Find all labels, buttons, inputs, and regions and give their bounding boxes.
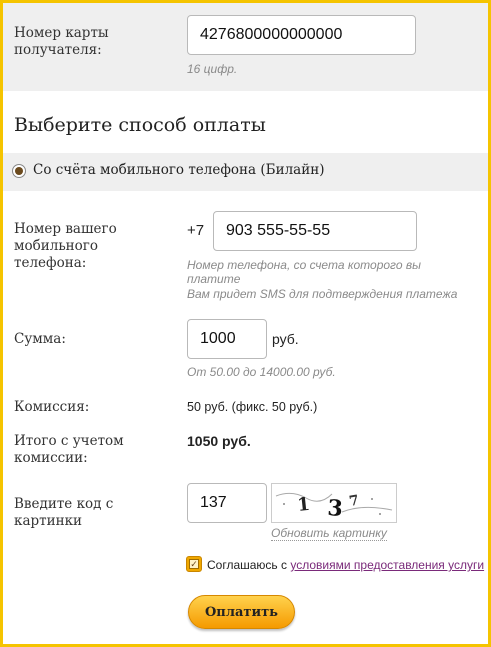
- commission-value: 50 руб. (фикс. 50 руб.): [187, 400, 318, 414]
- svg-text:7: 7: [348, 492, 360, 509]
- amount-label: Сумма:: [14, 331, 66, 347]
- check-icon: ✓: [189, 559, 199, 569]
- phone-prefix: +7: [187, 222, 205, 239]
- pay-button[interactable]: Оплатить: [188, 595, 295, 629]
- amount-input[interactable]: 1000: [187, 319, 267, 359]
- refresh-captcha-link[interactable]: Обновить картинку: [271, 526, 387, 541]
- phone-hint-1: Номер телефона, со счета которого вы пла…: [187, 258, 421, 286]
- captcha-input[interactable]: 137: [187, 483, 267, 523]
- phone-hint-2: Вам придет SMS для подтверждения платежа: [187, 287, 458, 301]
- payment-method-label: Со счёта мобильного телефона (Билайн): [33, 162, 325, 178]
- payment-form: Номер карты получателя: 4276800000000000…: [0, 0, 491, 647]
- section-heading: Выберите способ оплаты: [14, 114, 266, 136]
- terms-link[interactable]: условиями предоставления услуги: [290, 558, 484, 572]
- captcha-label: Введите код с картинки: [14, 496, 114, 529]
- payment-method-radio[interactable]: [12, 164, 26, 178]
- phone-label: Номер вашего мобильного телефона:: [14, 221, 117, 271]
- card-number-label: Номер карты получателя:: [14, 25, 109, 58]
- agreement-prefix: Соглашаюсь с: [207, 558, 288, 572]
- card-number-input[interactable]: 4276800000000000: [187, 15, 416, 55]
- agreement-text: Соглашаюсь с условиями предоставления ус…: [207, 558, 484, 572]
- total-label: Итого с учетом комиссии:: [14, 433, 124, 466]
- payment-method-option[interactable]: Со счёта мобильного телефона (Билайн): [3, 153, 488, 191]
- phone-input[interactable]: 903 555-55-55: [213, 211, 417, 251]
- total-value: 1050 руб.: [187, 433, 251, 449]
- amount-currency: руб.: [272, 331, 299, 347]
- svg-text:1: 1: [296, 494, 311, 516]
- card-number-hint: 16 цифр.: [187, 62, 238, 76]
- svg-text:3: 3: [327, 495, 344, 522]
- agreement-checkbox[interactable]: ✓: [186, 556, 202, 572]
- amount-hint: От 50.00 до 14000.00 руб.: [187, 365, 336, 379]
- commission-label: Комиссия:: [14, 399, 90, 415]
- captcha-image: 1 3 7: [271, 483, 397, 523]
